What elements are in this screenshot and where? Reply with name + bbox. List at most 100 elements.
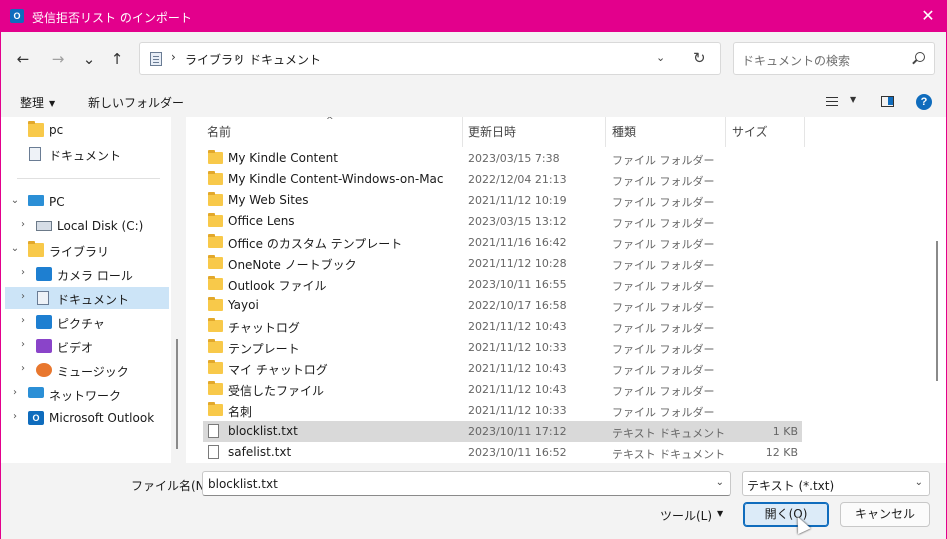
file-row[interactable]: 名刺 2021/11/12 10:33 ファイル フォルダー [203, 400, 802, 421]
column-divider[interactable] [725, 117, 726, 147]
file-row-selected[interactable]: blocklist.txt 2023/10/11 17:12 テキスト ドキュメ… [203, 421, 802, 442]
file-list-scrollbar[interactable] [936, 241, 938, 381]
chevron-right-icon[interactable]: › [18, 219, 28, 230]
back-button[interactable]: ← [13, 50, 33, 68]
file-date: 2023/03/15 13:12 [468, 215, 567, 228]
network-icon [28, 387, 44, 398]
up-button[interactable]: ↑ [107, 50, 127, 68]
file-name: My Web Sites [228, 193, 309, 207]
file-row[interactable]: チャットログ 2021/11/12 10:43 ファイル フォルダー [203, 316, 802, 337]
camera-roll-icon [36, 267, 52, 281]
organize-button[interactable]: 整理 ▼ [20, 94, 55, 111]
file-type: ファイル フォルダー [612, 343, 715, 356]
column-header-type[interactable]: 種類 [612, 123, 636, 140]
file-row[interactable]: Office Lens 2023/03/15 13:12 ファイル フォルダー [203, 211, 802, 232]
view-options-icon[interactable] [826, 97, 838, 106]
chevron-right-icon[interactable]: › [10, 411, 20, 422]
chevron-right-icon[interactable]: › [18, 315, 28, 326]
chevron-down-icon[interactable]: ⌄ [716, 477, 724, 488]
file-name: Office Lens [228, 214, 295, 228]
sidebar-item-pc[interactable]: ⌄ PC [5, 191, 169, 213]
breadcrumb-documents[interactable]: ドキュメント [249, 51, 321, 68]
column-header-name[interactable]: 名前 [207, 123, 231, 140]
file-name: My Kindle Content-Windows-on-Mac [228, 172, 444, 186]
address-dropdown-button[interactable]: ⌄ [656, 51, 665, 64]
preview-pane-icon[interactable] [881, 96, 894, 107]
open-button[interactable]: 開く(O) [743, 502, 829, 527]
sidebar-item-pc-folder[interactable]: pc [5, 119, 169, 141]
video-icon [36, 339, 52, 353]
chevron-right-icon[interactable]: › [18, 291, 28, 302]
column-divider[interactable] [804, 117, 805, 147]
folder-icon [208, 339, 223, 353]
file-type: テキスト ドキュメント [612, 448, 726, 461]
file-date: 2023/10/11 16:52 [468, 446, 567, 459]
file-name: Yayoi [228, 298, 259, 312]
search-box[interactable]: ドキュメントの検索 [733, 42, 935, 75]
command-bar: 整理 ▼ 新しいフォルダー ▼ ? [1, 87, 946, 117]
column-header-size[interactable]: サイズ [732, 123, 768, 140]
pc-icon [28, 195, 44, 206]
filename-input[interactable]: blocklist.txt [208, 477, 278, 491]
document-icon [37, 291, 49, 305]
address-bar[interactable]: › ライブラリ › ドキュメント ⌄ ↻ [139, 42, 721, 75]
sidebar-item-documents[interactable]: › ドキュメント [5, 287, 169, 309]
chevron-down-icon[interactable]: ▼ [717, 509, 723, 518]
cancel-button[interactable]: キャンセル [840, 502, 930, 527]
sidebar-item-microsoft-outlook[interactable]: › O Microsoft Outlook [5, 407, 169, 429]
sidebar-item-music[interactable]: › ミュージック [5, 359, 169, 381]
sidebar-item-local-disk[interactable]: › Local Disk (C:) [5, 215, 169, 237]
file-row[interactable]: Office のカスタム テンプレート 2021/11/16 16:42 ファイ… [203, 232, 802, 253]
new-folder-button[interactable]: 新しいフォルダー [88, 94, 184, 111]
tools-button[interactable]: ツール(L) [660, 507, 712, 524]
file-row[interactable]: テンプレート 2021/11/12 10:33 ファイル フォルダー [203, 337, 802, 358]
forward-button[interactable]: → [48, 50, 68, 68]
file-name: safelist.txt [228, 445, 292, 459]
file-row[interactable]: Yayoi 2022/10/17 16:58 ファイル フォルダー [203, 295, 802, 316]
file-row[interactable]: Outlook ファイル 2023/10/11 16:55 ファイル フォルダー [203, 274, 802, 295]
refresh-button[interactable]: ↻ [693, 49, 706, 67]
sidebar-scrollbar[interactable] [176, 339, 178, 449]
file-type: ファイル フォルダー [612, 406, 715, 419]
file-type: テキスト ドキュメント [612, 427, 726, 440]
file-list: ^ 名前 更新日時 種類 サイズ My Kindle Content 2023/… [186, 117, 946, 463]
column-divider[interactable] [462, 117, 463, 147]
chevron-right-icon[interactable]: › [18, 267, 28, 278]
chevron-down-icon[interactable]: ▼ [850, 95, 856, 104]
file-date: 2021/11/16 16:42 [468, 236, 567, 249]
filetype-value: テキスト (*.txt) [747, 479, 835, 493]
sidebar-item-pictures[interactable]: › ピクチャ [5, 311, 169, 333]
sidebar-item-videos[interactable]: › ビデオ [5, 335, 169, 357]
column-header-date[interactable]: 更新日時 [468, 123, 516, 140]
chevron-right-icon[interactable]: › [10, 387, 20, 398]
close-button[interactable]: ✕ [916, 5, 940, 27]
file-row[interactable]: マイ チャットログ 2021/11/12 10:43 ファイル フォルダー [203, 358, 802, 379]
file-name: マイ チャットログ [228, 363, 328, 377]
file-row[interactable]: My Kindle Content 2023/03/15 7:38 ファイル フ… [203, 148, 802, 169]
file-date: 2021/11/12 10:43 [468, 383, 567, 396]
sidebar-item-libraries[interactable]: ⌄ ライブラリ [5, 239, 169, 261]
file-row[interactable]: My Kindle Content-Windows-on-Mac 2022/12… [203, 169, 802, 190]
chevron-right-icon[interactable]: › [18, 339, 28, 350]
column-divider[interactable] [605, 117, 606, 147]
sidebar-item-network[interactable]: › ネットワーク [5, 383, 169, 405]
filename-combobox[interactable]: blocklist.txt ⌄ [202, 471, 731, 496]
recent-locations-button[interactable]: ⌄ [79, 50, 99, 68]
chevron-down-icon[interactable]: ⌄ [10, 243, 20, 254]
music-icon [36, 363, 52, 377]
chevron-right-icon[interactable]: › [18, 363, 28, 374]
file-row[interactable]: OneNote ノートブック 2021/11/12 10:28 ファイル フォル… [203, 253, 802, 274]
help-icon[interactable]: ? [916, 94, 932, 110]
file-row[interactable]: My Web Sites 2021/11/12 10:19 ファイル フォルダー [203, 190, 802, 211]
file-row[interactable]: safelist.txt 2023/10/11 16:52 テキスト ドキュメン… [203, 442, 802, 463]
chevron-down-icon[interactable]: ⌄ [10, 195, 20, 206]
sidebar-item-documents-pinned[interactable]: ドキュメント [5, 143, 169, 165]
search-input[interactable]: ドキュメントの検索 [742, 52, 850, 69]
filetype-select[interactable]: テキスト (*.txt) ⌄ [742, 471, 930, 496]
title-bar[interactable]: O 受信拒否リスト のインポート ✕ [1, 1, 946, 32]
file-name: 名刺 [228, 405, 253, 419]
folder-icon [208, 297, 223, 311]
file-date: 2021/11/12 10:33 [468, 404, 567, 417]
file-row[interactable]: 受信したファイル 2021/11/12 10:43 ファイル フォルダー [203, 379, 802, 400]
sidebar-item-camera-roll[interactable]: › カメラ ロール [5, 263, 169, 285]
